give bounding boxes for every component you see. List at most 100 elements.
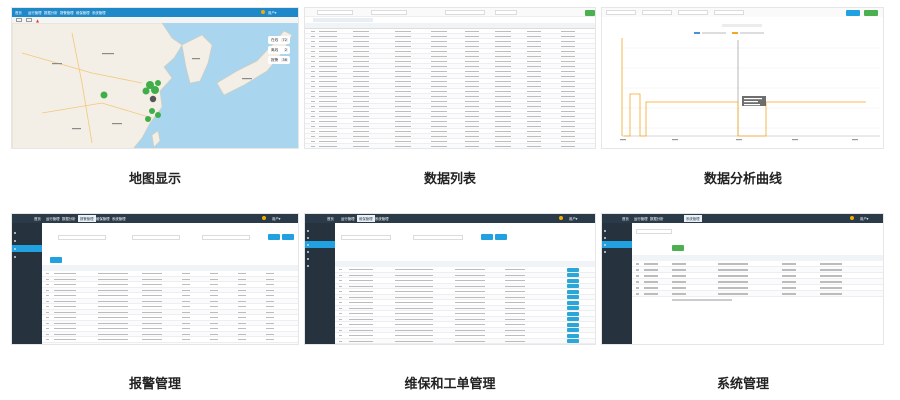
sidebar-item-active[interactable] bbox=[12, 245, 42, 252]
cell-placeholder bbox=[465, 125, 479, 128]
type-select[interactable] bbox=[495, 10, 517, 15]
filter-field[interactable] bbox=[413, 235, 463, 240]
status-tag[interactable] bbox=[567, 306, 579, 311]
add-button[interactable] bbox=[50, 257, 62, 263]
sidebar-item[interactable] bbox=[305, 227, 335, 234]
reset-button[interactable] bbox=[282, 234, 294, 240]
nav-item[interactable]: 首页 bbox=[15, 10, 22, 15]
caption-system: 系统管理 bbox=[716, 377, 769, 392]
nav-item[interactable]: 运行管理 bbox=[341, 216, 355, 221]
end-date-field[interactable] bbox=[678, 10, 708, 15]
bell-icon[interactable] bbox=[850, 216, 854, 220]
search-button[interactable] bbox=[481, 234, 493, 240]
export-button[interactable] bbox=[864, 10, 878, 16]
device-select[interactable] bbox=[445, 10, 485, 15]
map-view[interactable] bbox=[12, 23, 299, 149]
nav-item[interactable]: 系统管理 bbox=[375, 216, 389, 221]
table-row[interactable] bbox=[42, 342, 298, 344]
bell-icon[interactable] bbox=[559, 216, 563, 220]
interval-select[interactable] bbox=[714, 10, 744, 15]
nav-item[interactable]: 数据分析 bbox=[44, 10, 58, 15]
filter-field[interactable] bbox=[132, 235, 180, 240]
user-menu[interactable]: 用户▾ bbox=[268, 10, 276, 15]
legend-offline[interactable]: 离线 2 bbox=[268, 46, 290, 54]
table-row[interactable] bbox=[632, 291, 883, 297]
cell-placeholder bbox=[495, 100, 511, 103]
end-date-field[interactable] bbox=[371, 10, 407, 15]
status-tag[interactable] bbox=[567, 328, 579, 333]
user-menu[interactable]: 用户▾ bbox=[569, 216, 577, 221]
add-user-button[interactable] bbox=[672, 245, 684, 251]
legend-online[interactable]: 在线 72 bbox=[268, 36, 290, 44]
cell-placeholder bbox=[495, 85, 511, 88]
nav-item-active[interactable]: 维保管理 bbox=[357, 215, 375, 222]
nav-item[interactable]: 首页 bbox=[622, 216, 629, 221]
status-tag[interactable] bbox=[567, 267, 579, 272]
sidebar-item[interactable] bbox=[305, 248, 335, 255]
status-tag[interactable] bbox=[567, 317, 579, 322]
filter-field[interactable] bbox=[636, 229, 672, 234]
status-tag[interactable] bbox=[567, 333, 579, 338]
cell-placeholder bbox=[311, 135, 315, 138]
status-tag[interactable] bbox=[567, 300, 579, 305]
nav-item[interactable]: 系统管理 bbox=[112, 216, 126, 221]
filter-field[interactable] bbox=[202, 235, 250, 240]
status-tag[interactable] bbox=[567, 273, 579, 278]
status-tag[interactable] bbox=[567, 289, 579, 294]
nav-item[interactable]: 数据分析 bbox=[62, 216, 76, 221]
sidebar-item[interactable] bbox=[12, 237, 42, 244]
sidebar-item[interactable] bbox=[305, 262, 335, 269]
status-tag[interactable] bbox=[567, 284, 579, 289]
nav-item-active[interactable]: 报警管理 bbox=[78, 215, 96, 222]
filter-field[interactable] bbox=[58, 235, 106, 240]
start-date-field[interactable] bbox=[642, 10, 672, 15]
reset-button[interactable] bbox=[495, 234, 507, 240]
menu-icon[interactable] bbox=[16, 18, 22, 22]
filter-field[interactable] bbox=[341, 235, 391, 240]
sidebar-item[interactable] bbox=[305, 234, 335, 241]
nav-item[interactable]: 首页 bbox=[327, 216, 334, 221]
status-tag[interactable] bbox=[567, 322, 579, 327]
cell-placeholder bbox=[561, 120, 575, 123]
sidebar-item[interactable] bbox=[305, 255, 335, 262]
table-row[interactable] bbox=[305, 144, 595, 148]
status-tag[interactable] bbox=[567, 278, 579, 283]
status-tag[interactable] bbox=[567, 295, 579, 300]
sidebar-item-active[interactable] bbox=[305, 241, 335, 248]
cell-placeholder bbox=[465, 115, 479, 118]
sidebar-item[interactable] bbox=[602, 234, 632, 241]
trend-chart[interactable] bbox=[602, 18, 884, 149]
nav-item[interactable]: 维保管理 bbox=[96, 216, 110, 221]
search-icon[interactable] bbox=[26, 18, 32, 22]
nav-item[interactable]: 运行管理 bbox=[634, 216, 648, 221]
sidebar-item[interactable] bbox=[12, 229, 42, 236]
status-tag[interactable] bbox=[567, 311, 579, 316]
nav-item[interactable]: 报警管理 bbox=[60, 10, 74, 15]
sidebar-item[interactable] bbox=[602, 227, 632, 234]
search-button[interactable] bbox=[268, 234, 280, 240]
bell-icon[interactable] bbox=[262, 216, 266, 220]
user-menu[interactable]: 用户▾ bbox=[860, 216, 868, 221]
nav-item[interactable]: 运行管理 bbox=[28, 10, 42, 15]
legend-alarm[interactable]: 报警 36 bbox=[268, 56, 290, 64]
nav-item[interactable]: 运行管理 bbox=[46, 216, 60, 221]
table-row[interactable] bbox=[335, 338, 595, 344]
query-button[interactable] bbox=[585, 9, 595, 16]
nav-item-active[interactable]: 系统管理 bbox=[684, 215, 702, 222]
user-menu[interactable]: 用户▾ bbox=[272, 216, 280, 221]
bell-icon[interactable] bbox=[261, 10, 265, 14]
pagination[interactable] bbox=[672, 299, 732, 301]
nav-item[interactable]: 系统管理 bbox=[92, 10, 106, 15]
device-select[interactable] bbox=[606, 10, 636, 15]
nav-item[interactable]: 维保管理 bbox=[76, 10, 90, 15]
sidebar-item[interactable] bbox=[602, 248, 632, 255]
sidebar-item[interactable] bbox=[12, 253, 42, 260]
nav-item[interactable]: 首页 bbox=[34, 216, 41, 221]
cell-placeholder bbox=[455, 340, 485, 342]
nav-item[interactable]: 数据分析 bbox=[650, 216, 664, 221]
query-button[interactable] bbox=[846, 10, 860, 16]
cell-placeholder bbox=[395, 340, 433, 342]
sidebar-item-active[interactable] bbox=[602, 241, 632, 248]
status-tag[interactable] bbox=[567, 339, 579, 344]
start-date-field[interactable] bbox=[317, 10, 353, 15]
